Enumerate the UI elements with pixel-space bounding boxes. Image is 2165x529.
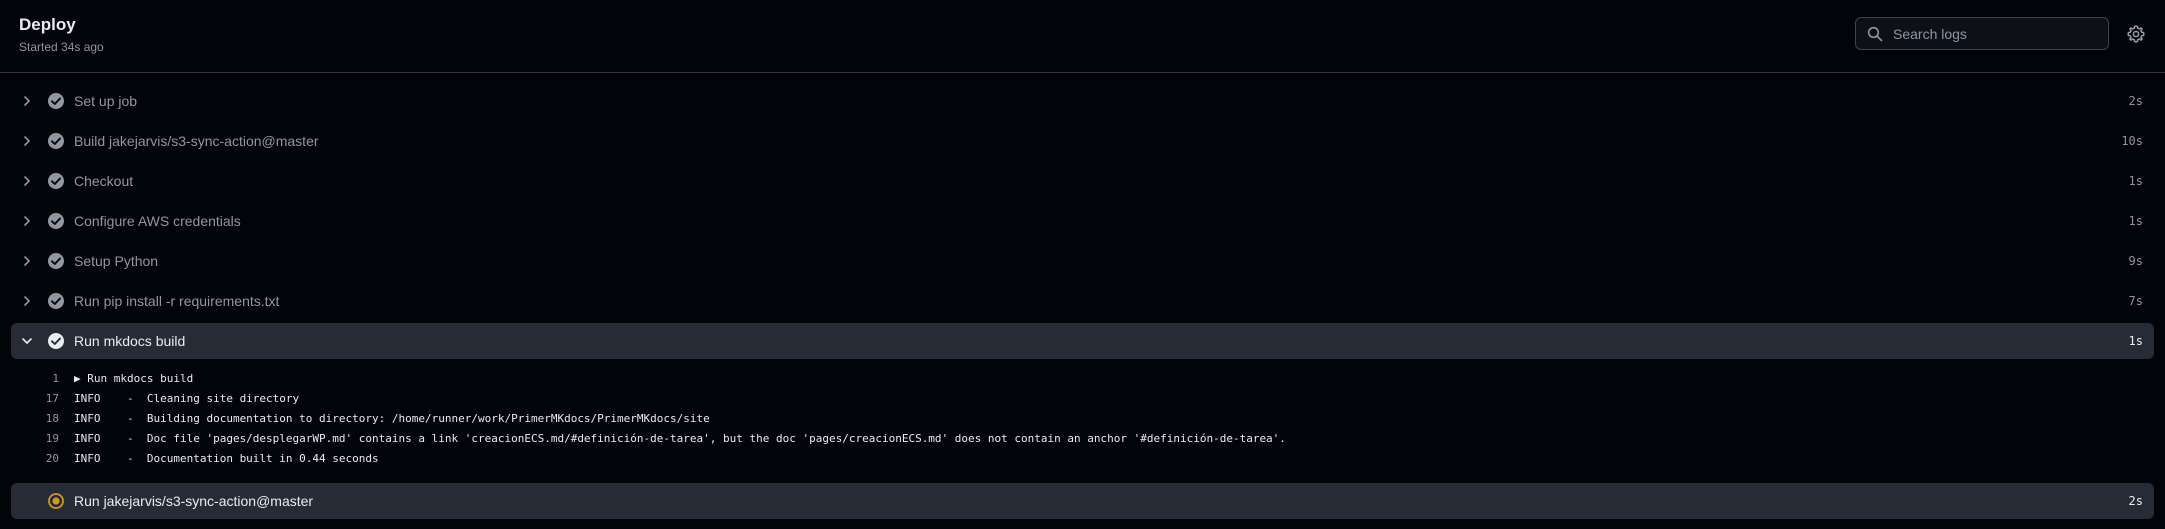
step-duration: 2s	[2128, 94, 2143, 108]
log-line-number[interactable]: 1	[11, 372, 59, 385]
step-label: Set up job	[74, 93, 138, 109]
chevron-right-icon	[24, 296, 30, 306]
job-header: Deploy Started 34s ago	[0, 0, 2165, 73]
check-circle-icon	[48, 333, 64, 349]
log-line-text: INFO - Cleaning site directory	[74, 392, 300, 405]
step-label: Run pip install -r requirements.txt	[74, 293, 280, 309]
step-label: Run jakejarvis/s3-sync-action@master	[74, 493, 314, 509]
step-label: Configure AWS credentials	[74, 213, 241, 229]
check-circle-icon	[48, 133, 64, 149]
step-duration: 1s	[2128, 334, 2143, 348]
step-log: 1 ▶ Run mkdocs build 17 INFO - Cleaning …	[11, 369, 2154, 469]
log-line: 18 INFO - Building documentation to dire…	[11, 409, 2154, 429]
chevron-right-icon	[24, 216, 30, 226]
check-circle-icon	[48, 93, 64, 109]
log-line-number[interactable]: 18	[11, 412, 59, 425]
chevron-down-icon	[22, 338, 32, 344]
step-row[interactable]: Checkout 1s	[11, 163, 2154, 199]
step-label: Run mkdocs build	[74, 333, 186, 349]
check-circle-icon	[48, 253, 64, 269]
step-duration: 1s	[2128, 174, 2143, 188]
log-line-text: INFO - Building documentation to directo…	[74, 412, 710, 425]
step-row[interactable]: Run pip install -r requirements.txt 7s	[11, 283, 2154, 319]
step-row[interactable]: Run jakejarvis/s3-sync-action@master 2s	[11, 483, 2154, 519]
search-icon	[1867, 26, 1883, 41]
step-duration: 2s	[2128, 494, 2143, 508]
step-label: Checkout	[74, 173, 134, 189]
chevron-right-icon	[24, 136, 30, 146]
chevron-right-icon	[24, 96, 30, 106]
step-row[interactable]: Setup Python 9s	[11, 243, 2154, 279]
check-circle-icon	[48, 213, 64, 229]
log-line-text: INFO - Doc file 'pages/desplegarWP.md' c…	[74, 432, 1286, 445]
log-line: 17 INFO - Cleaning site directory	[11, 389, 2154, 409]
log-line-number[interactable]: 20	[11, 452, 59, 465]
log-line: 19 INFO - Doc file 'pages/desplegarWP.md…	[11, 429, 2154, 449]
step-row[interactable]: Configure AWS credentials 1s	[11, 203, 2154, 239]
step-label: Setup Python	[74, 253, 159, 269]
step-row[interactable]: Set up job 2s	[11, 83, 2154, 119]
step-row[interactable]: Build jakejarvis/s3-sync-action@master 10…	[11, 123, 2154, 159]
step-row[interactable]: Run mkdocs build 1s	[11, 323, 2154, 359]
log-line[interactable]: 1 ▶ Run mkdocs build	[11, 369, 2154, 389]
log-line-text: INFO - Documentation built in 0.44 secon…	[74, 452, 379, 465]
log-line-text: ▶ Run mkdocs build	[74, 372, 194, 385]
check-circle-icon	[48, 173, 64, 189]
chevron-right-icon	[24, 256, 30, 266]
step-duration: 7s	[2128, 294, 2143, 308]
log-line-number[interactable]: 17	[11, 392, 59, 405]
job-started-time: Started 34s ago	[19, 40, 104, 54]
gear-icon[interactable]	[2126, 24, 2146, 44]
step-duration: 10s	[2121, 134, 2143, 148]
spinner-icon	[48, 493, 64, 509]
check-circle-icon	[48, 293, 64, 309]
log-line: 20 INFO - Documentation built in 0.44 se…	[11, 449, 2154, 469]
chevron-right-icon	[24, 176, 30, 186]
log-line-number[interactable]: 19	[11, 432, 59, 445]
job-title: Deploy	[19, 15, 76, 34]
step-label: Build jakejarvis/s3-sync-action@master	[74, 133, 319, 149]
step-duration: 9s	[2128, 254, 2143, 268]
search-logs-input[interactable]	[1891, 24, 2095, 43]
search-logs-field[interactable]	[1855, 17, 2109, 50]
step-duration: 1s	[2128, 214, 2143, 228]
